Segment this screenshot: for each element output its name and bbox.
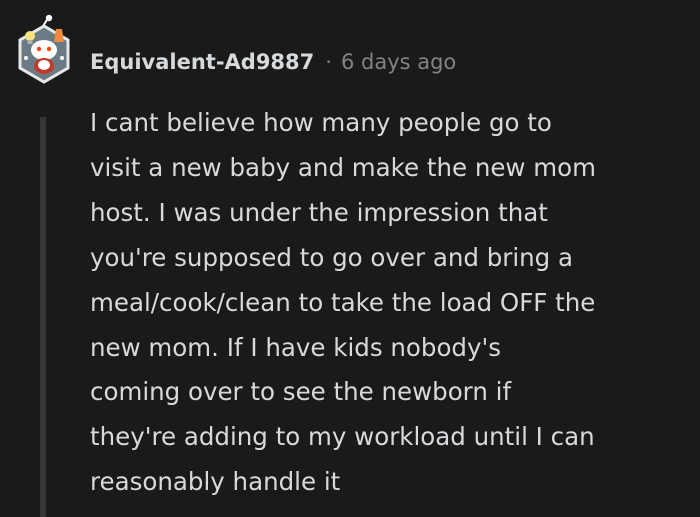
- comment-body-line: I cant believe how many people go to: [90, 108, 552, 137]
- comment-body-line: coming over to see the newborn if: [90, 377, 512, 407]
- comment-header: Equivalent-Ad9887 · 6 days ago: [90, 44, 456, 80]
- comment-body: I cant believe how many people go to vis…: [90, 101, 686, 505]
- comment-body-line: you're supposed to go over and bring a: [90, 242, 574, 272]
- snoo-avatar-icon[interactable]: [14, 14, 74, 86]
- thread-collapse-line[interactable]: [40, 117, 46, 517]
- comment-body-line: reasonably handle it: [90, 467, 341, 497]
- comment-body-line: meal/cook/clean to take the load OFF the: [90, 287, 596, 317]
- author-username[interactable]: Equivalent-Ad9887: [90, 50, 314, 74]
- comment-body-line: new mom. If I have kids nobody's: [90, 332, 501, 362]
- comment-body-line: visit a new baby and make the new mom: [90, 152, 596, 182]
- comment-body-line: they're adding to my workload until I ca…: [90, 422, 595, 452]
- meta-separator: ·: [325, 50, 332, 74]
- comment-timestamp[interactable]: 6 days ago: [341, 50, 456, 74]
- comment: Equivalent-Ad9887 · 6 days ago I cant be…: [0, 0, 700, 517]
- comment-body-line: host. I was under the impression that: [90, 197, 548, 227]
